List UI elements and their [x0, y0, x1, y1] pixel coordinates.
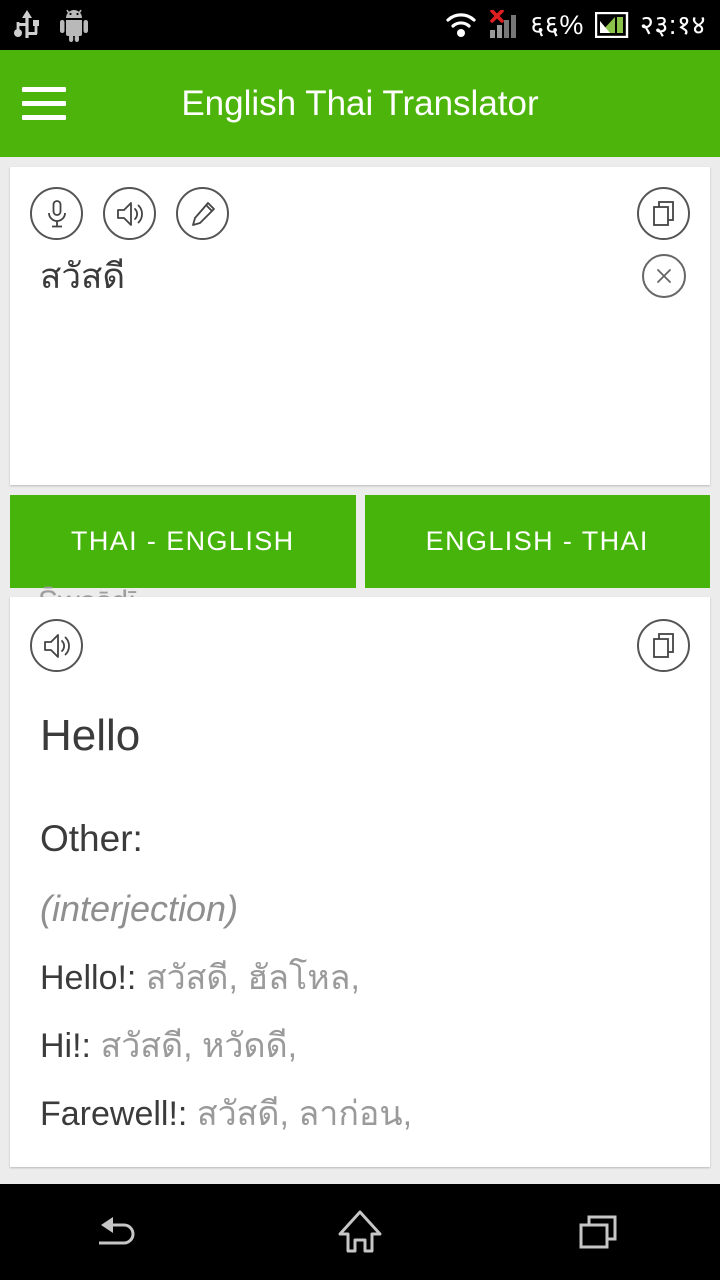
translation-result-card: Hello Other: (interjection) Hello!: สวัส… [10, 597, 710, 1167]
speaker-icon[interactable] [30, 619, 83, 672]
pencil-icon[interactable] [176, 187, 229, 240]
entry-label: Hi!: [40, 1027, 91, 1065]
wifi-icon [444, 11, 478, 39]
entry-label: Farewell!: [40, 1095, 188, 1133]
hamburger-line [22, 87, 66, 92]
usb-icon [14, 8, 40, 42]
translation-text: Hello [40, 711, 141, 760]
source-input-card: สวัสดี S̄wạs̄dī [10, 167, 710, 618]
entry-values: สวัสดี, หวัดดี, [100, 1027, 298, 1065]
back-arrow-icon[interactable] [60, 1184, 180, 1280]
app-bar: English Thai Translator [0, 50, 720, 157]
entry-values: สวัสดี, ฮัลโหล, [145, 959, 360, 997]
source-text[interactable]: สวัสดี [40, 255, 125, 299]
dictionary-entry: Farewell!: สวัสดี, ลาก่อน, [10, 1063, 710, 1131]
speaker-icon[interactable] [103, 187, 156, 240]
dictionary-entry: Hi!: สวัสดี, หวัดดี, [10, 995, 710, 1063]
status-bar: ६६% २३:१४ [0, 0, 720, 50]
dictionary-entry: Hello!: สวัสดี, ฮัลโหล, [10, 927, 710, 995]
page-title: English Thai Translator [181, 83, 539, 123]
microphone-icon[interactable] [30, 187, 83, 240]
copy-icon[interactable] [637, 187, 690, 240]
close-icon[interactable] [642, 254, 686, 298]
entry-label: Hello!: [40, 959, 137, 997]
home-icon[interactable] [300, 1184, 420, 1280]
result-toolbar [10, 597, 710, 672]
entry-values: สวัสดี, ลาก่อน, [196, 1095, 413, 1133]
hamburger-line [22, 115, 66, 120]
source-toolbar [10, 167, 710, 240]
recents-icon[interactable] [540, 1184, 660, 1280]
part-of-speech: (interjection) [40, 888, 239, 929]
english-thai-button[interactable]: ENGLISH - THAI [364, 495, 710, 588]
navigation-bar [0, 1184, 720, 1280]
app-screen: ६६% २३:१४ English Thai Translator สวัสดี… [0, 0, 720, 1280]
battery-percent: ६६% [530, 9, 584, 40]
status-bar-left [14, 8, 90, 42]
android-icon [58, 8, 90, 42]
clock: २३:१४ [639, 9, 706, 40]
battery-icon [594, 12, 629, 38]
copy-icon[interactable] [637, 619, 690, 672]
direction-buttons: THAI - ENGLISH ENGLISH - THAI [10, 495, 710, 588]
thai-english-button[interactable]: THAI - ENGLISH [10, 495, 356, 588]
status-bar-right: ६६% २३:१४ [444, 10, 706, 40]
signal-icon [489, 10, 519, 40]
hamburger-line [22, 101, 66, 106]
hamburger-menu-icon[interactable] [22, 87, 66, 120]
other-heading: Other: [40, 818, 143, 859]
